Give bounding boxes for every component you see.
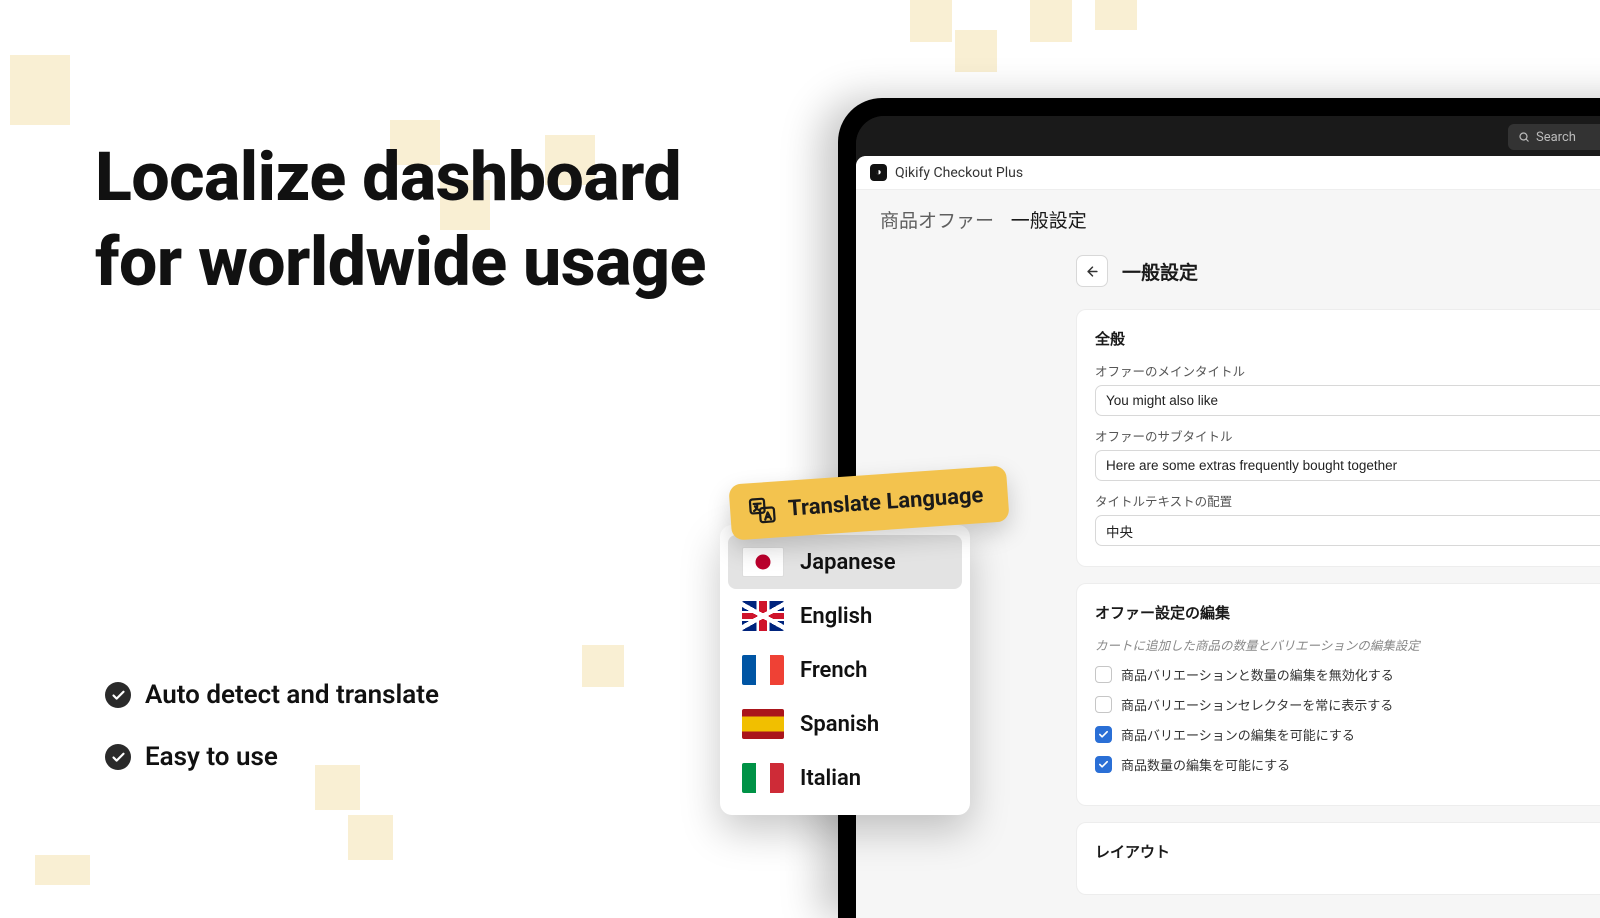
checkbox-row: 商品バリエーションと数量の編集を無効化する [1095, 665, 1600, 684]
breadcrumb-parent[interactable]: 商品オファー [880, 209, 994, 232]
app-logo-icon: ◑ [870, 164, 887, 181]
checkbox[interactable] [1095, 666, 1112, 683]
field-label: オファーのサブタイトル [1095, 426, 1600, 445]
flag-fr-icon [742, 655, 784, 685]
language-dropdown: Japanese English French Spanish Italian [720, 525, 970, 815]
breadcrumb: 商品オファー 一般設定 [856, 190, 1600, 243]
app-name: Qikify Checkout Plus [895, 165, 1023, 181]
align-select[interactable] [1095, 515, 1600, 546]
bullet-item: Easy to use [105, 742, 439, 772]
flag-uk-icon [742, 601, 784, 631]
checkbox-row: 商品バリエーションセレクターを常に表示する [1095, 695, 1600, 714]
bullet-item: Auto detect and translate [105, 680, 439, 710]
bullet-label: Auto detect and translate [145, 680, 439, 710]
flag-jp-icon [742, 547, 784, 577]
translate-icon [747, 496, 777, 526]
checkbox-row: 商品数量の編集を可能にする [1095, 755, 1600, 774]
card-edit-settings: オファー設定の編集 カートに追加した商品の数量とバリエーションの編集設定 商品バ… [1076, 583, 1600, 806]
checkbox-label: 商品バリエーションセレクターを常に表示する [1121, 695, 1393, 714]
decoration [1095, 0, 1137, 30]
language-option-fr[interactable]: French [728, 643, 962, 697]
flag-it-icon [742, 763, 784, 793]
field-label: オファーのメインタイトル [1095, 361, 1600, 380]
arrow-left-icon [1085, 264, 1100, 279]
bullet-list: Auto detect and translate Easy to use [105, 680, 439, 804]
translate-tag-label: Translate Language [787, 483, 984, 522]
field-label: タイトルテキストの配置 [1095, 491, 1600, 510]
card-heading: オファー設定の編集 [1095, 602, 1600, 623]
page-title: 一般設定 [1122, 258, 1198, 285]
checkbox-label: 商品バリエーションの編集を可能にする [1121, 725, 1355, 744]
search-placeholder: Search [1536, 130, 1576, 145]
checkbox-row: 商品バリエーションの編集を可能にする [1095, 725, 1600, 744]
checkbox[interactable] [1095, 696, 1112, 713]
main-title-input[interactable] [1095, 385, 1600, 416]
decoration [10, 55, 70, 125]
check-icon [105, 682, 131, 708]
card-general: 全般 オファーのメインタイトル オファーのサブタイトル タイトルテキストの配置 [1076, 309, 1600, 567]
decoration [582, 645, 624, 687]
top-bar: Search [856, 116, 1600, 156]
language-label: English [800, 604, 872, 629]
card-heading: レイアウト [1095, 841, 1600, 862]
decoration [910, 0, 952, 42]
language-label: Italian [800, 766, 861, 791]
decoration [35, 855, 90, 885]
decoration [1030, 0, 1072, 42]
breadcrumb-current: 一般設定 [1011, 209, 1087, 232]
bullet-label: Easy to use [145, 742, 278, 772]
back-button[interactable] [1076, 255, 1108, 287]
language-option-it[interactable]: Italian [728, 751, 962, 805]
helper-text: カートに追加した商品の数量とバリエーションの編集設定 [1095, 635, 1600, 654]
decoration [348, 815, 393, 860]
language-option-uk[interactable]: English [728, 589, 962, 643]
language-label: French [800, 658, 867, 683]
checkbox-label: 商品バリエーションと数量の編集を無効化する [1121, 665, 1394, 684]
language-option-es[interactable]: Spanish [728, 697, 962, 751]
language-label: Spanish [800, 712, 879, 737]
app-header: ◑ Qikify Checkout Plus [856, 156, 1600, 190]
checkbox[interactable] [1095, 726, 1112, 743]
search-input[interactable]: Search [1508, 124, 1600, 150]
checkbox-label: 商品数量の編集を可能にする [1121, 755, 1290, 774]
decoration [955, 30, 997, 72]
card-layout: レイアウト [1076, 822, 1600, 895]
card-heading: 全般 [1095, 328, 1600, 349]
language-label: Japanese [800, 550, 896, 575]
search-icon [1518, 131, 1530, 143]
checkbox[interactable] [1095, 756, 1112, 773]
page-title-row: 一般設定 [1076, 255, 1600, 287]
check-icon [105, 744, 131, 770]
hero-headline: Localize dashboard for worldwide usage [95, 135, 715, 305]
flag-es-icon [742, 709, 784, 739]
sub-title-input[interactable] [1095, 450, 1600, 481]
language-option-jp[interactable]: Japanese [728, 535, 962, 589]
